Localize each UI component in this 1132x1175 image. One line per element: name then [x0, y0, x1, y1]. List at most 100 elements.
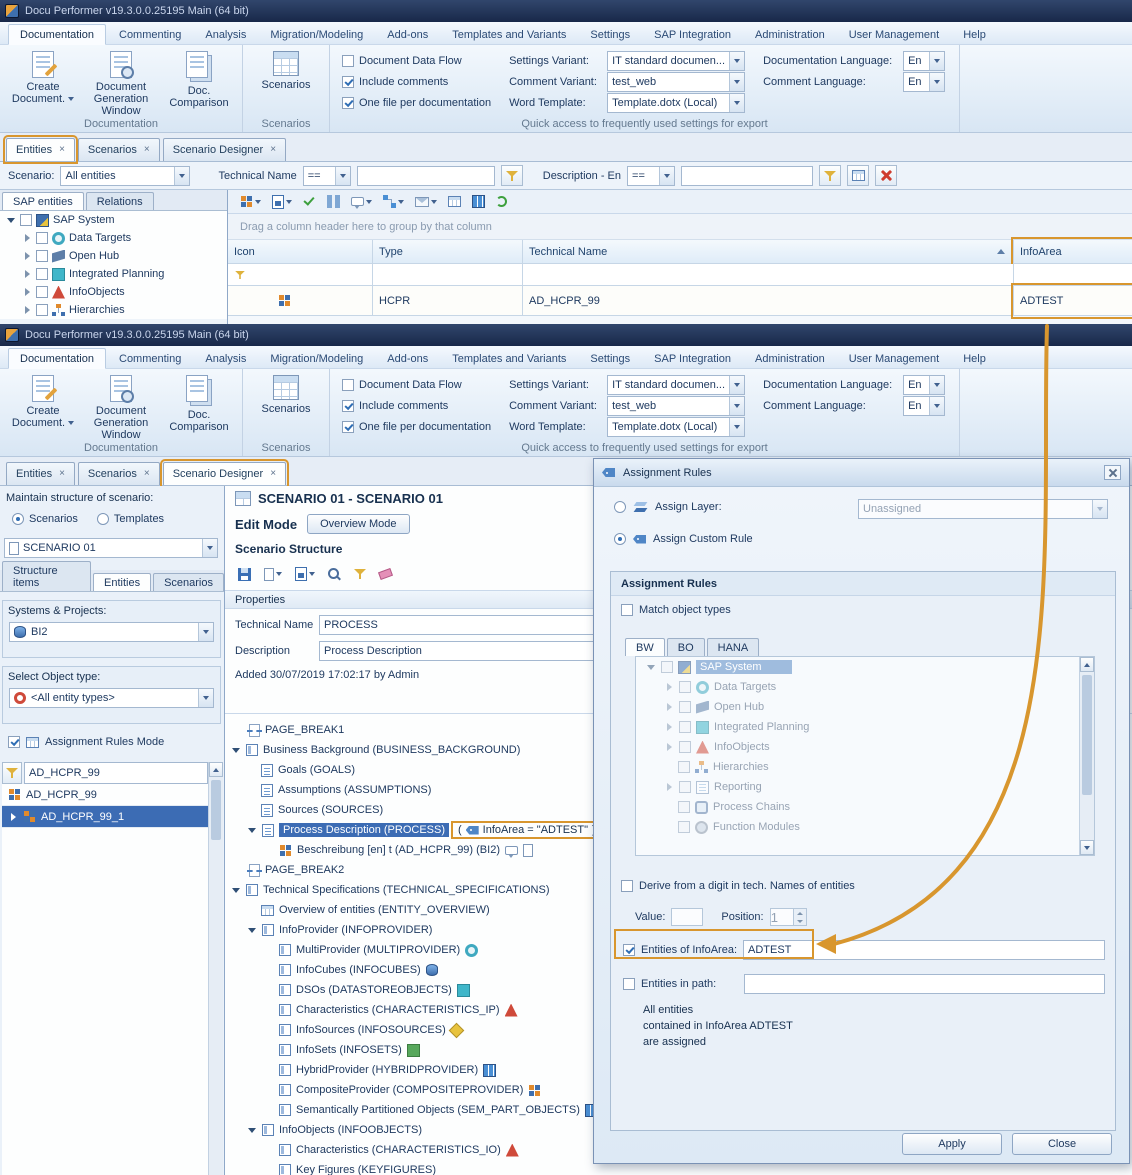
checkbox-icon[interactable] — [623, 944, 635, 956]
ribbon-tab-settings[interactable]: Settings — [579, 349, 641, 368]
dropdown-caret-icon[interactable] — [198, 689, 213, 707]
checkbox-icon[interactable] — [623, 978, 635, 990]
close-tab-icon[interactable]: × — [59, 469, 65, 479]
technical-name-filter-input[interactable] — [357, 166, 495, 186]
column-header-type[interactable]: Type — [373, 240, 523, 264]
overview-mode-button[interactable]: Overview Mode — [307, 514, 409, 534]
position-input[interactable] — [770, 908, 794, 926]
scenario-select[interactable]: SCENARIO 01 — [4, 538, 218, 558]
tab-scenarios[interactable]: Scenarios — [153, 573, 224, 591]
tree-item-infoobjects[interactable]: InfoObjects — [0, 283, 227, 301]
scenarios-button[interactable]: Scenarios — [247, 371, 325, 415]
close-button[interactable]: Close — [1012, 1133, 1112, 1155]
create-document-button[interactable]: Create Document. — [4, 47, 82, 105]
entity-filter-button[interactable] — [2, 762, 22, 784]
path-input[interactable] — [744, 974, 1105, 994]
word-export-button[interactable] — [269, 193, 295, 211]
document-data-flow-checkbox[interactable]: Document Data Flow — [342, 377, 491, 392]
include-comments-checkbox[interactable]: Include comments — [342, 398, 491, 413]
clear-structure-filter-button[interactable] — [376, 568, 395, 580]
spin-up-icon[interactable] — [794, 909, 806, 917]
tab-bo[interactable]: BO — [667, 638, 705, 656]
assignment-rule-chip[interactable]: ( InfoArea = "ADTEST" ) — [454, 824, 600, 836]
checkbox-icon[interactable] — [20, 214, 32, 226]
data-flow-button[interactable] — [380, 193, 407, 210]
close-tab-icon[interactable]: × — [270, 145, 276, 155]
dropdown-caret-icon[interactable] — [729, 73, 744, 91]
ribbon-tab-sap-integration[interactable]: SAP Integration — [643, 349, 742, 368]
tab-bw[interactable]: BW — [625, 638, 665, 656]
document-generation-window-button[interactable]: Document Generation Window — [82, 47, 160, 117]
filter-cell-type[interactable] — [373, 264, 523, 286]
refresh-button[interactable] — [493, 194, 510, 209]
ribbon-tab-migration-modeling[interactable]: Migration/Modeling — [259, 349, 374, 368]
grid-view-button[interactable] — [445, 194, 464, 209]
tree-item-open-hub[interactable]: Open Hub — [0, 247, 227, 265]
grid-settings-button[interactable] — [469, 193, 488, 210]
expand-icon[interactable] — [22, 251, 32, 261]
dropdown-caret-icon[interactable] — [929, 397, 944, 415]
ribbon-tab-administration[interactable]: Administration — [744, 349, 836, 368]
collapse-icon[interactable] — [247, 825, 257, 835]
settings-variant-select[interactable]: IT standard documen... — [607, 51, 745, 71]
comment-button[interactable] — [348, 195, 375, 208]
close-tab-icon[interactable]: × — [270, 469, 276, 479]
dropdown-caret-icon[interactable] — [729, 94, 744, 112]
object-type-select[interactable]: <All entity types> — [9, 688, 214, 708]
doc-tab-scenario-designer[interactable]: Scenario Designer × — [163, 462, 286, 485]
dropdown-caret-icon[interactable] — [174, 167, 189, 185]
word-template-select[interactable]: Template.dotx (Local) — [607, 93, 745, 113]
scenarios-radio[interactable]: Scenarios — [12, 513, 78, 525]
ribbon-tab-user-management[interactable]: User Management — [838, 349, 951, 368]
column-header-icon[interactable]: Icon — [228, 240, 373, 264]
dropdown-caret-icon[interactable] — [729, 397, 744, 415]
ribbon-tab-administration[interactable]: Administration — [744, 25, 836, 44]
doc-comparison-button[interactable]: Doc. Comparison — [160, 371, 238, 433]
close-tab-icon[interactable]: × — [144, 469, 150, 479]
filter-cell-technical-name[interactable] — [523, 264, 1014, 286]
system-select[interactable]: BI2 — [9, 622, 214, 642]
dropdown-caret-icon[interactable] — [729, 52, 744, 70]
ribbon-tab-documentation[interactable]: Documentation — [8, 348, 106, 369]
zoom-button[interactable] — [325, 566, 344, 583]
dropdown-caret-icon[interactable] — [335, 167, 350, 185]
expand-icon[interactable] — [22, 305, 32, 315]
ribbon-tab-migration-modeling[interactable]: Migration/Modeling — [259, 25, 374, 44]
word-template-select[interactable]: Template.dotx (Local) — [607, 417, 745, 437]
ribbon-tab-user-management[interactable]: User Management — [838, 25, 951, 44]
infoarea-input[interactable] — [743, 940, 1105, 960]
close-dialog-icon[interactable] — [1104, 465, 1121, 480]
ribbon-tab-settings[interactable]: Settings — [579, 25, 641, 44]
tab-entities[interactable]: Entities — [93, 573, 151, 591]
checkbox-icon[interactable] — [36, 250, 48, 262]
collapse-icon[interactable] — [6, 215, 16, 225]
comment-language-select[interactable]: En — [903, 72, 945, 92]
dropdown-caret-icon[interactable] — [659, 167, 674, 185]
doc-tab-scenario-designer[interactable]: Scenario Designer × — [163, 138, 286, 161]
position-stepper[interactable] — [770, 908, 807, 926]
apply-filter-button[interactable] — [501, 165, 523, 186]
filter-button[interactable] — [819, 165, 841, 186]
dropdown-caret-icon[interactable] — [198, 623, 213, 641]
scenarios-button[interactable]: Scenarios — [247, 47, 325, 91]
collapse-icon[interactable] — [247, 925, 257, 935]
add-section-button[interactable] — [261, 566, 285, 583]
value-input[interactable] — [671, 908, 703, 926]
comment-variant-select[interactable]: test_web — [607, 72, 745, 92]
comment-language-select[interactable]: En — [903, 396, 945, 416]
scrollbar-thumb[interactable] — [211, 780, 221, 840]
close-tab-icon[interactable]: × — [144, 145, 150, 155]
dropdown-caret-icon[interactable] — [729, 418, 744, 436]
copy-structure-button[interactable] — [292, 565, 318, 583]
doc-tab-entities[interactable]: Entities × — [6, 462, 75, 485]
spin-down-icon[interactable] — [794, 917, 806, 925]
dropdown-caret-icon[interactable] — [202, 539, 217, 557]
expand-icon[interactable] — [8, 812, 18, 822]
scroll-up-icon[interactable] — [1080, 657, 1094, 672]
assign-layer-radio[interactable]: Assign Layer: — [614, 501, 722, 513]
validate-button[interactable] — [300, 193, 319, 210]
match-object-types-checkbox[interactable]: Match object types — [621, 604, 731, 616]
generate-entity-doc-button[interactable] — [237, 193, 264, 210]
ribbon-tab-commenting[interactable]: Commenting — [108, 25, 192, 44]
ribbon-tab-documentation[interactable]: Documentation — [8, 24, 106, 45]
